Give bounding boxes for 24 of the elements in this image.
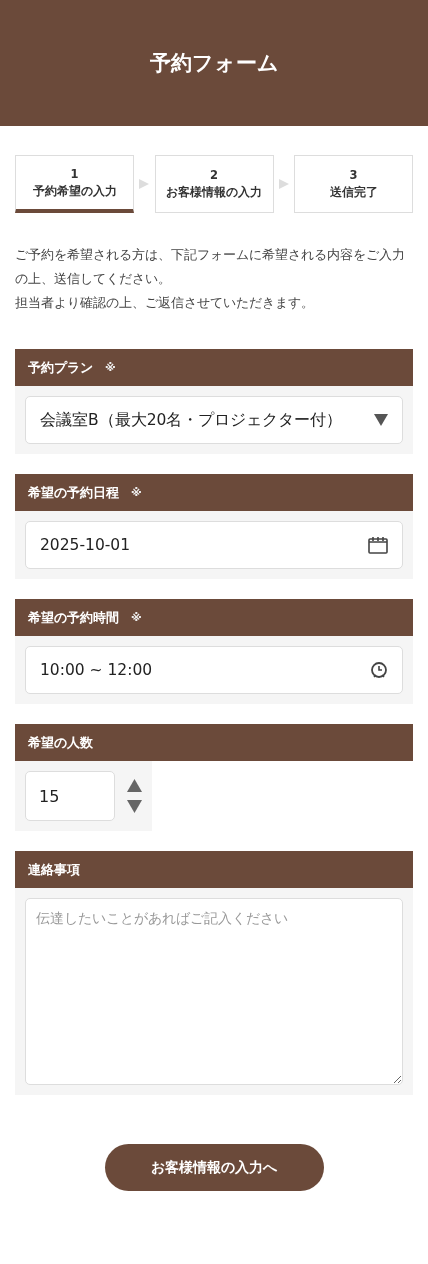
- time-field[interactable]: 10:00 ~ 12:00: [25, 646, 403, 694]
- number-field[interactable]: 15: [25, 771, 115, 821]
- intro-text: ご予約を希望される方は、下記フォームに希望される内容をご入力の上、送信してください。: [15, 246, 406, 288]
- field-label: 希望の人数: [28, 733, 93, 752]
- field-label: 希望の予約日程: [28, 483, 119, 502]
- required-mark: ※: [131, 486, 142, 499]
- decrement-arrow-icon[interactable]: [127, 800, 142, 813]
- required-mark: ※: [131, 611, 142, 624]
- calendar-icon: [368, 536, 388, 554]
- date-field[interactable]: 2025-10-01: [25, 521, 403, 569]
- next-button[interactable]: お客様情報の入力へ: [104, 1144, 324, 1191]
- page-title: 予約フォーム: [149, 50, 279, 77]
- clock-icon: [370, 661, 388, 679]
- intro-text: 担当者より確認の上、ご返信させていただきます。: [15, 294, 315, 312]
- field-label: 予約プラン: [28, 358, 93, 377]
- message-field[interactable]: 伝達したいことがあればご記入ください: [25, 898, 403, 1085]
- increment-arrow-icon[interactable]: [127, 779, 142, 792]
- field-label: 希望の予約時間: [28, 608, 119, 627]
- dropdown-caret-icon: [374, 414, 388, 426]
- select-field[interactable]: 会議室B（最大20名・プロジェクター付）: [25, 396, 403, 444]
- step-arrow-icon: [278, 179, 289, 189]
- field-label: 連絡事項: [28, 860, 80, 879]
- required-mark: ※: [105, 361, 116, 374]
- step-arrow-icon: [139, 179, 150, 189]
